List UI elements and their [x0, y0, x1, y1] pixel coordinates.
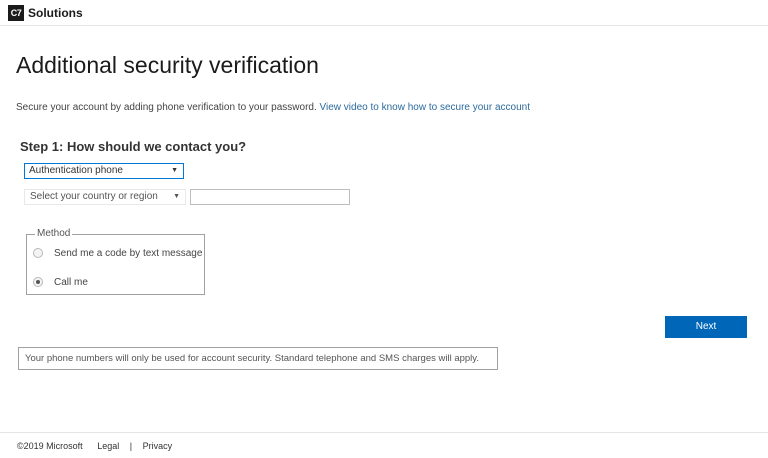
footer-legal-link[interactable]: Legal	[97, 441, 119, 451]
footer-separator: |	[129, 441, 133, 451]
step-heading: Step 1: How should we contact you?	[20, 139, 247, 154]
radio-text-message-button[interactable]	[33, 248, 43, 258]
contact-method-select[interactable]: Authentication phone ▼	[24, 163, 184, 179]
radio-call-me[interactable]: Call me	[33, 276, 133, 290]
chevron-down-icon: ▼	[173, 193, 180, 200]
footer-copyright: ©2019 Microsoft	[17, 441, 83, 451]
contact-method-value: Authentication phone	[29, 165, 123, 176]
footer: ©2019 Microsoft Legal | Privacy	[17, 441, 172, 451]
country-select[interactable]: Select your country or region ▼	[24, 189, 186, 205]
footer-divider	[0, 432, 768, 433]
logo-text: Solutions	[28, 6, 83, 20]
next-button[interactable]: Next	[665, 316, 747, 338]
radio-text-message-label: Send me a code by text message	[54, 248, 203, 259]
notice-box: Your phone numbers will only be used for…	[18, 347, 498, 370]
method-group: Method Send me a code by text message Ca…	[26, 228, 205, 295]
phone-input[interactable]	[190, 189, 350, 205]
subtitle-text: Secure your account by adding phone veri…	[16, 102, 317, 113]
logo-mark: C7	[8, 5, 24, 21]
radio-call-me-button[interactable]	[33, 277, 43, 287]
chevron-down-icon: ▼	[171, 167, 178, 174]
video-link[interactable]: View video to know how to secure your ac…	[320, 102, 531, 113]
header: C7 Solutions	[0, 0, 768, 26]
radio-call-me-label: Call me	[54, 277, 88, 288]
method-legend: Method	[35, 228, 73, 239]
page-title: Additional security verification	[16, 52, 319, 78]
footer-privacy-link[interactable]: Privacy	[143, 441, 173, 451]
page-subtitle: Secure your account by adding phone veri…	[16, 102, 530, 113]
country-value: Select your country or region	[30, 191, 158, 202]
radio-text-message[interactable]: Send me a code by text message	[33, 247, 203, 261]
